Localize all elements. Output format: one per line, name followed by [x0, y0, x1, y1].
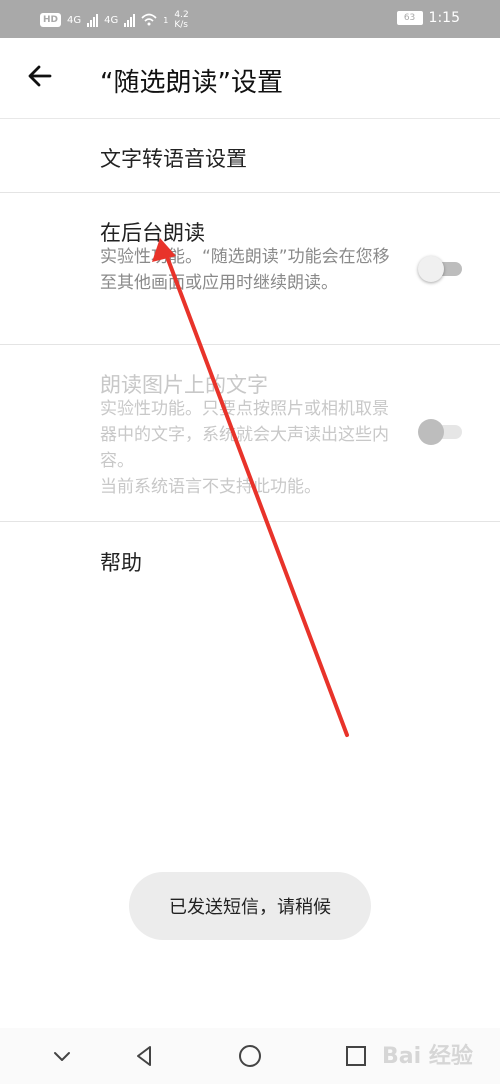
hd-badge: HD [40, 13, 62, 27]
toggle-thumb [418, 419, 444, 445]
background-read-title: 在后台朗读 [100, 221, 205, 245]
settings-item-background-read[interactable]: 在后台朗读 实验性功能。“随选朗读”功能会在您移至其他画面或应用时继续朗读。 [0, 193, 500, 345]
wifi-icon [141, 12, 157, 29]
status-bar: HD 4G 4G 1 4.2 K/s 63 1:15 [0, 0, 500, 38]
read-image-text-description: 实验性功能。只要点按照片或相机取景器中的文字，系统就会大声读出这些内容。 [100, 399, 389, 471]
settings-item-tts-label: 文字转语音设置 [100, 147, 247, 171]
signal-2-icon [124, 13, 136, 27]
page-title: “随选朗读”设置 [100, 68, 283, 98]
chevron-down-icon[interactable] [48, 1042, 76, 1070]
status-bar-right: 63 1:15 [396, 10, 460, 26]
background-read-toggle[interactable] [418, 256, 462, 282]
network-1-label: 4G [67, 14, 82, 26]
battery-icon: 63 [396, 11, 423, 25]
settings-item-tts[interactable]: 文字转语音设置 [0, 119, 500, 193]
background-read-description: 实验性功能。“随选朗读”功能会在您移至其他画面或应用时继续朗读。 [100, 247, 390, 293]
toast-message: 已发送短信，请稍候 [129, 872, 371, 940]
speed-unit: K/s [174, 20, 188, 30]
status-bar-left: HD 4G 4G 1 4.2 K/s [40, 10, 189, 30]
speed-value: 4.2 [174, 10, 189, 20]
settings-item-help[interactable]: 帮助 [0, 522, 500, 596]
home-circle-icon[interactable] [236, 1042, 264, 1070]
recents-square-icon[interactable] [342, 1042, 370, 1070]
toggle-thumb [418, 256, 444, 282]
help-label: 帮助 [100, 551, 142, 575]
settings-item-read-image-text: 朗读图片上的文字 实验性功能。只要点按照片或相机取景器中的文字，系统就会大声读出… [0, 345, 500, 522]
read-image-text-toggle [418, 419, 462, 445]
read-image-text-note: 当前系统语言不支持此功能。 [100, 477, 321, 497]
network-2-label: 4G [104, 14, 119, 26]
signal-1-icon [87, 13, 99, 27]
wifi-superscript: 1 [163, 15, 169, 25]
watermark: Bai 经验 [382, 1044, 473, 1069]
arrow-left-icon[interactable] [24, 60, 56, 92]
back-triangle-icon[interactable] [130, 1042, 158, 1070]
network-speed: 4.2 K/s [174, 10, 188, 30]
app-bar: “随选朗读”设置 [0, 38, 500, 119]
read-image-text-title: 朗读图片上的文字 [100, 373, 268, 397]
clock: 1:15 [428, 10, 460, 26]
